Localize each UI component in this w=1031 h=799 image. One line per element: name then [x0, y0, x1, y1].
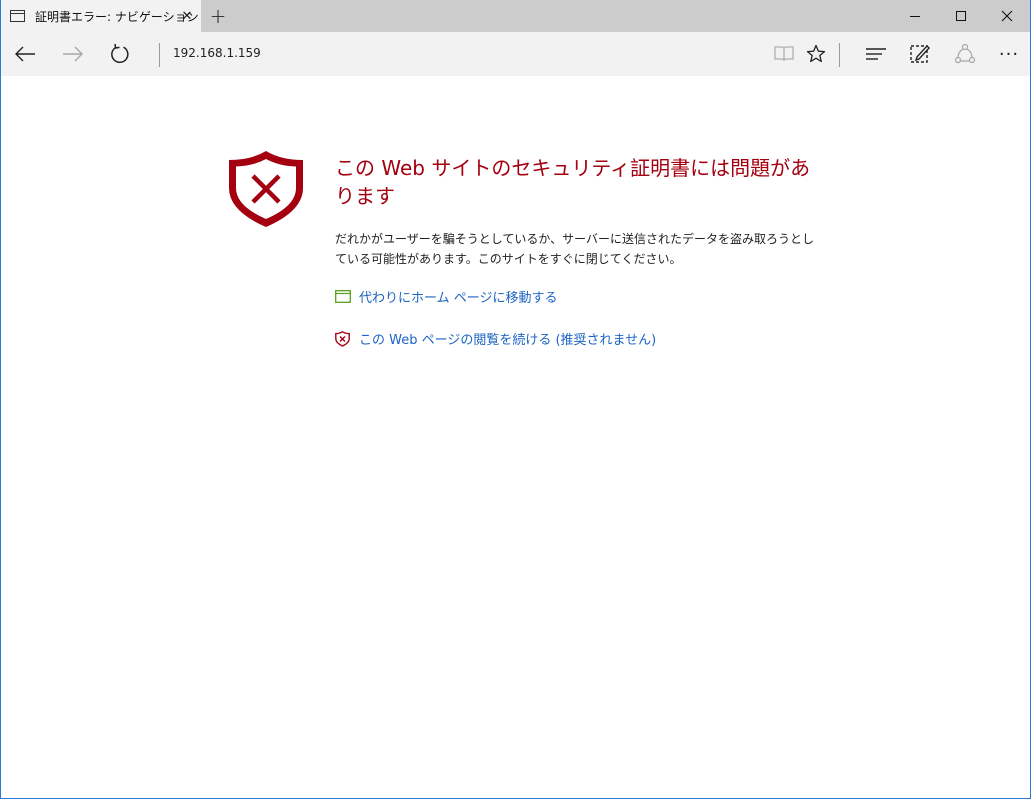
maximize-button[interactable]	[938, 0, 984, 32]
close-button[interactable]	[984, 0, 1030, 32]
share-button[interactable]	[947, 36, 983, 72]
web-note-button[interactable]	[902, 36, 938, 72]
back-button[interactable]	[7, 36, 43, 72]
home-page-icon	[335, 289, 353, 305]
new-tab-button[interactable]: +	[206, 4, 230, 28]
minimize-icon	[910, 16, 920, 17]
book-icon	[774, 46, 794, 62]
error-description: だれかがユーザーを騙そうとしているか、サーバーに送信されたデータを盗み取ろうとし…	[335, 232, 815, 266]
shield-warning-icon	[335, 330, 353, 347]
browser-window: 証明書エラー: ナビゲーション ✕ + 192.168.1.159 ··· この…	[0, 0, 1031, 799]
continue-link-label: この Web ページの閲覧を続ける (推奨されません)	[359, 333, 657, 348]
toolbar-divider	[159, 43, 160, 67]
favorite-button[interactable]	[798, 36, 834, 72]
continue-to-site-link[interactable]: この Web ページの閲覧を続ける (推奨されません)	[335, 329, 656, 348]
share-icon	[954, 43, 976, 64]
arrow-right-icon	[63, 46, 83, 62]
address-field[interactable]: 192.168.1.159	[173, 46, 261, 60]
close-icon	[1001, 10, 1013, 22]
page-title: この Web サイトのセキュリティ証明書には問題があります	[335, 156, 811, 208]
hub-button[interactable]	[858, 36, 894, 72]
shield-error-icon	[229, 151, 303, 227]
title-bar: 証明書エラー: ナビゲーション ✕ +	[1, 0, 1030, 32]
refresh-button[interactable]	[102, 36, 138, 72]
forward-button[interactable]	[55, 36, 91, 72]
more-actions-button[interactable]: ···	[991, 36, 1027, 72]
star-icon	[806, 44, 826, 63]
tab-close-icon[interactable]: ✕	[177, 6, 197, 26]
refresh-icon	[111, 43, 129, 64]
address-toolbar: 192.168.1.159 ···	[1, 32, 1030, 76]
toolbar-divider	[839, 43, 840, 67]
arrow-left-icon	[15, 46, 35, 62]
page-content: この Web サイトのセキュリティ証明書には問題があります だれかがユーザーを騙…	[1, 76, 1030, 798]
tab-title: 証明書エラー: ナビゲーション	[35, 10, 199, 24]
reading-view-button[interactable]	[766, 36, 802, 72]
maximize-icon	[956, 11, 966, 21]
minimize-button[interactable]	[892, 0, 938, 32]
web-note-icon	[910, 44, 930, 63]
page-icon	[10, 10, 25, 22]
active-tab[interactable]: 証明書エラー: ナビゲーション ✕	[1, 0, 201, 32]
go-home-link-label: 代わりにホーム ページに移動する	[359, 291, 558, 306]
go-home-link[interactable]: 代わりにホーム ページに移動する	[335, 287, 557, 306]
hub-icon	[866, 48, 886, 60]
